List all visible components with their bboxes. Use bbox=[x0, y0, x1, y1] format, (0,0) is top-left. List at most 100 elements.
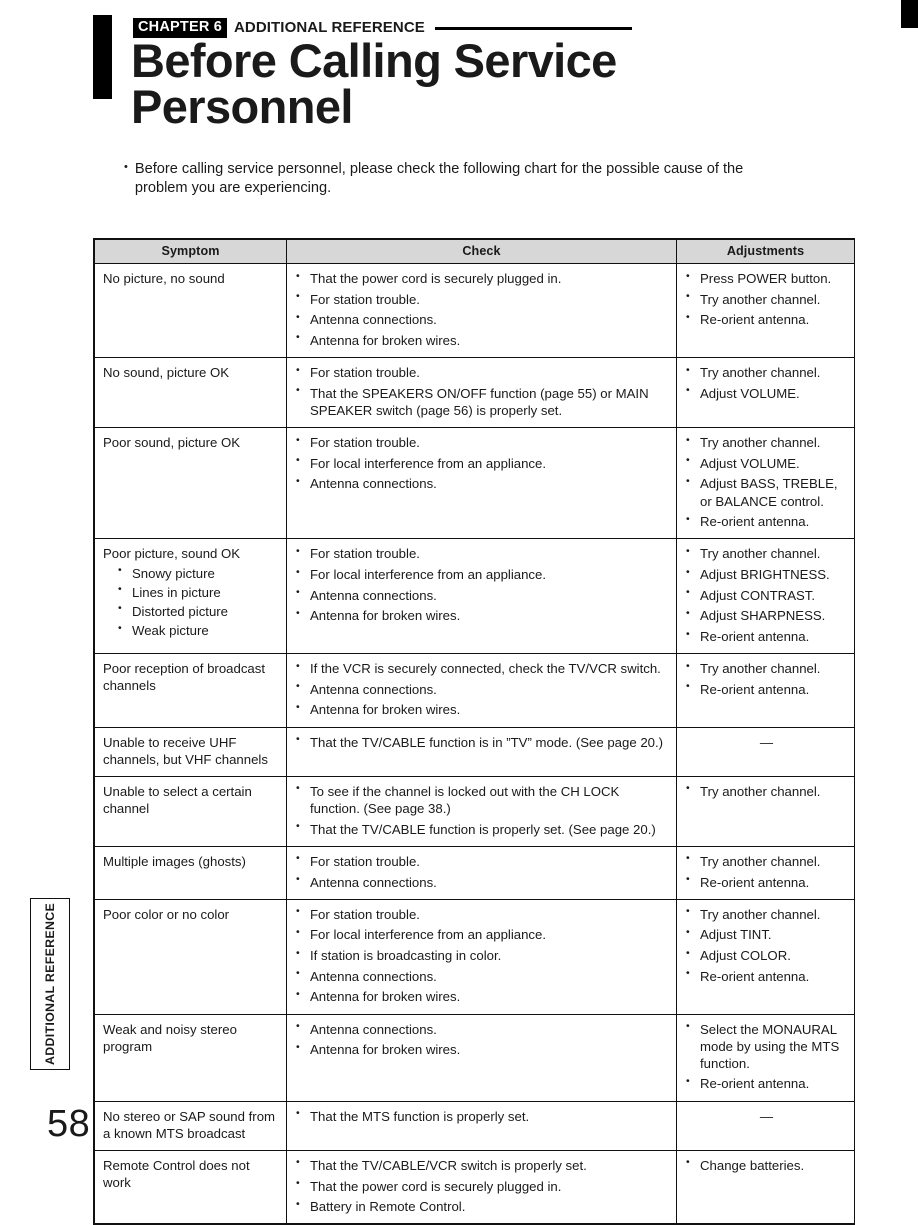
symptom-cell: Multiple images (ghosts) bbox=[94, 845, 287, 900]
list-item: For station trouble. bbox=[295, 852, 670, 870]
symptom-cell: Unable to select a certain channel bbox=[94, 775, 287, 847]
check-cell: For station trouble. For local interferen… bbox=[286, 427, 677, 540]
symptom-label: Poor reception of broadcast channels bbox=[103, 661, 266, 694]
adjustments-cell: Try another channel. Re-orient antenna. bbox=[676, 653, 855, 728]
list-item: Re-orient antenna. bbox=[685, 967, 848, 985]
list-item: Adjust TINT. bbox=[685, 926, 848, 943]
table-header-row: Symptom Check Adjustments bbox=[94, 239, 855, 264]
list-item: For station trouble. bbox=[295, 905, 670, 923]
column-header-symptom: Symptom bbox=[94, 239, 287, 264]
list-item: Press POWER button. bbox=[685, 269, 848, 287]
list-item: Weak picture bbox=[117, 621, 280, 639]
list-item: Antenna connections. bbox=[295, 475, 670, 492]
list-item: Adjust VOLUME. bbox=[685, 384, 848, 402]
list-item: Select the MONAURAL mode by using the MT… bbox=[685, 1020, 848, 1072]
list-item: Re-orient antenna. bbox=[685, 873, 848, 891]
table-row: Poor picture, sound OK Snowy pictureLines… bbox=[94, 538, 855, 655]
list-item: That the power cord is securely plugged … bbox=[295, 269, 670, 287]
page-number: 58 bbox=[47, 1103, 91, 1145]
intro-note: • Before calling service personnel, plea… bbox=[124, 160, 744, 199]
adjustments-empty: — bbox=[676, 726, 855, 777]
check-cell: That the TV/CABLE function is in ”TV” mo… bbox=[286, 726, 677, 777]
list-item: Battery in Remote Control. bbox=[295, 1198, 670, 1215]
list-item: Re-orient antenna. bbox=[685, 680, 848, 698]
list-item: For station trouble. bbox=[295, 434, 670, 451]
list-item: Antenna connections. bbox=[295, 680, 670, 698]
decorative-black-bar bbox=[93, 15, 112, 99]
symptom-sublist: Snowy pictureLines in pictureDistorted p… bbox=[103, 564, 280, 640]
table-row: Poor color or no color For station troubl… bbox=[94, 898, 855, 1015]
list-item: Antenna connections. bbox=[295, 586, 670, 604]
adjustments-list: Try another channel. Adjust TINT. Adjust C… bbox=[685, 905, 848, 985]
adjustments-cell: Try another channel. Adjust VOLUME. Adjust… bbox=[676, 427, 855, 540]
symptom-cell: No stereo or SAP sound from a known MTS … bbox=[94, 1100, 287, 1151]
check-cell: To see if the channel is locked out with… bbox=[286, 775, 677, 847]
table-row: Unable to select a certain channel To see… bbox=[94, 775, 855, 847]
list-item: For local interference from an appliance… bbox=[295, 454, 670, 472]
list-item: Antenna for broken wires. bbox=[295, 331, 670, 349]
list-item: For station trouble. bbox=[295, 290, 670, 308]
check-cell: That the power cord is securely plugged … bbox=[286, 262, 677, 359]
symptom-cell: Poor color or no color bbox=[94, 898, 287, 1015]
check-list: For station trouble. For local interferen… bbox=[295, 434, 670, 492]
check-list: For station trouble. That the SPEAKERS ON… bbox=[295, 364, 670, 419]
check-list: That the MTS function is properly set. bbox=[295, 1107, 670, 1125]
adjustments-list: Press POWER button. Try another channel. R… bbox=[685, 269, 848, 328]
list-item: Adjust COLOR. bbox=[685, 947, 848, 964]
adjustments-cell: Change batteries. bbox=[676, 1149, 855, 1225]
column-header-check: Check bbox=[286, 239, 677, 264]
list-item: Adjust BASS, TREBLE, or BALANCE control. bbox=[685, 475, 848, 509]
adjustments-list: Try another channel. Adjust VOLUME. bbox=[685, 364, 848, 402]
adjustments-cell: Try another channel. Adjust TINT. Adjust C… bbox=[676, 898, 855, 1015]
table-row: Weak and noisy stereo program Antenna con… bbox=[94, 1013, 855, 1102]
list-item: Try another channel. bbox=[685, 545, 848, 562]
table-row: Remote Control does not work That the TV/… bbox=[94, 1149, 855, 1225]
symptom-cell: Weak and noisy stereo program bbox=[94, 1013, 287, 1102]
list-item: Try another channel. bbox=[685, 905, 848, 923]
symptom-label: Unable to receive UHF channels, but VHF … bbox=[103, 734, 268, 767]
check-list: For station trouble. For local interferen… bbox=[295, 545, 670, 624]
adjustments-list: Try another channel. Adjust BRIGHTNESS. Ad… bbox=[685, 545, 848, 645]
list-item: Antenna for broken wires. bbox=[295, 701, 670, 718]
header-rule bbox=[434, 26, 632, 30]
symptom-cell: No sound, picture OK bbox=[94, 357, 287, 429]
list-item: Antenna connections. bbox=[295, 1020, 670, 1038]
check-cell: For station trouble. Antenna connections. bbox=[286, 845, 677, 900]
list-item: Lines in picture bbox=[117, 583, 280, 601]
troubleshooting-chart: Symptom Check Adjustments No picture, no… bbox=[93, 238, 855, 1225]
symptom-label: Multiple images (ghosts) bbox=[103, 853, 246, 869]
check-cell: Antenna connections. Antenna for broken w… bbox=[286, 1013, 677, 1102]
symptom-label: Poor color or no color bbox=[103, 906, 230, 922]
symptom-label: No stereo or SAP sound from a known MTS … bbox=[103, 1108, 276, 1141]
bullet-glyph: • bbox=[124, 161, 128, 173]
symptom-label: Unable to select a certain channel bbox=[103, 783, 252, 817]
symptom-cell: Remote Control does not work bbox=[94, 1149, 287, 1225]
list-item: That the MTS function is properly set. bbox=[295, 1107, 670, 1125]
check-list: If the VCR is securely connected, check … bbox=[295, 660, 670, 718]
list-item: Try another channel. bbox=[685, 782, 848, 800]
symptom-label: Remote Control does not work bbox=[103, 1157, 250, 1191]
symptom-cell: No picture, no sound bbox=[94, 262, 287, 359]
list-item: Antenna connections. bbox=[295, 311, 670, 328]
check-cell: For station trouble. For local interferen… bbox=[286, 898, 677, 1015]
symptom-label: No sound, picture OK bbox=[103, 365, 230, 381]
list-item: Distorted picture bbox=[117, 602, 280, 620]
list-item: That the SPEAKERS ON/OFF function (page … bbox=[295, 384, 670, 419]
list-item: Antenna connections. bbox=[295, 873, 670, 891]
list-item: Try another channel. bbox=[685, 660, 848, 677]
list-item: That the TV/CABLE function is in ”TV” mo… bbox=[295, 733, 670, 751]
check-cell: If the VCR is securely connected, check … bbox=[286, 653, 677, 728]
check-list: For station trouble. For local interferen… bbox=[295, 905, 670, 1006]
adjustments-cell: Try another channel. Adjust VOLUME. bbox=[676, 357, 855, 429]
list-item: Re-orient antenna. bbox=[685, 627, 848, 645]
list-item: If the VCR is securely connected, check … bbox=[295, 660, 670, 677]
list-item: To see if the channel is locked out with… bbox=[295, 782, 670, 817]
list-item: Try another channel. bbox=[685, 364, 848, 381]
list-item: If station is broadcasting in color. bbox=[295, 947, 670, 964]
list-item: Antenna connections. bbox=[295, 967, 670, 985]
list-item: Try another channel. bbox=[685, 852, 848, 870]
adjustments-list: Select the MONAURAL mode by using the MT… bbox=[685, 1020, 848, 1093]
table-row: No sound, picture OK For station trouble.… bbox=[94, 357, 855, 429]
check-cell: That the MTS function is properly set. bbox=[286, 1100, 677, 1151]
corner-registration-mark bbox=[901, 0, 918, 28]
